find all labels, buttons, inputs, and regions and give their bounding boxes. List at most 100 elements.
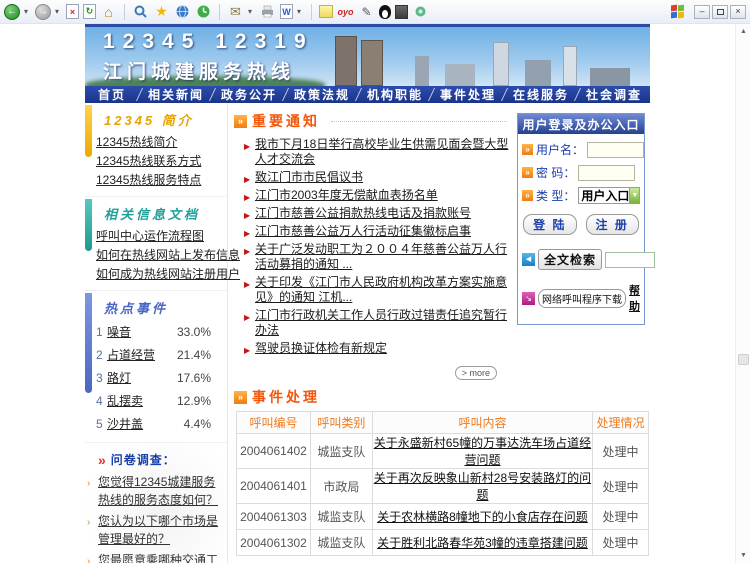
back-button[interactable]: ← bbox=[4, 4, 20, 20]
notice-link[interactable]: 驾驶员换证体检有新规定 bbox=[255, 341, 387, 355]
nav-item-survey[interactable]: 社会调查 bbox=[578, 86, 650, 103]
forward-button[interactable]: → bbox=[35, 4, 51, 20]
call-program-download-button[interactable]: 网络呼叫程序下载 bbox=[538, 289, 626, 308]
red-chevrons-icon: » bbox=[98, 455, 106, 465]
survey-question-link[interactable]: ›您觉得12345城建服务热线的服务态度如何？ bbox=[96, 473, 223, 509]
search-icon[interactable] bbox=[132, 3, 149, 20]
orange-chevron-icon: » bbox=[522, 190, 533, 201]
docs-title: 相关信息文档 bbox=[96, 203, 223, 227]
column-header-call-id: 呼叫编号 bbox=[237, 412, 311, 434]
favorites-star-icon[interactable]: ★ bbox=[153, 3, 170, 20]
toolbar-separator bbox=[124, 4, 125, 20]
fulltext-search-input[interactable] bbox=[605, 252, 655, 268]
red-triangle-bullet-icon: ▶ bbox=[244, 343, 250, 358]
notice-item: ▶江门市2003年度无偿献血表扬名单 bbox=[244, 188, 511, 203]
main-area: » 重要通知 ▶我市下月18日举行高校毕业生供需见面会暨大型人才交流会 ▶致江门… bbox=[228, 103, 650, 563]
vertical-scrollbar[interactable]: ▲ ▼ bbox=[735, 24, 750, 563]
user-type-select[interactable]: 用户入口 ▼ bbox=[578, 187, 640, 204]
mail-dropdown-icon[interactable]: ▾ bbox=[248, 7, 255, 16]
hot-event-link[interactable]: 噪音 bbox=[107, 321, 131, 344]
nav-item-news[interactable]: 相关新闻 bbox=[140, 86, 212, 103]
home-button[interactable]: ⌂ bbox=[100, 3, 117, 20]
sidebar-link-publish-info[interactable]: 如何在热线网站上发布信息 bbox=[96, 246, 223, 265]
history-icon[interactable] bbox=[195, 3, 212, 20]
address-book-icon[interactable] bbox=[395, 5, 408, 19]
red-triangle-bullet-icon: ▶ bbox=[244, 172, 250, 187]
scrollbar-thumb[interactable] bbox=[738, 354, 749, 365]
mail-icon[interactable]: ✉ bbox=[227, 3, 244, 20]
user-type-value: 用户入口 bbox=[579, 187, 629, 204]
dropdown-arrow-icon[interactable]: ▼ bbox=[629, 188, 639, 203]
help-link[interactable]: 帮助 bbox=[629, 282, 640, 314]
stop-button[interactable]: × bbox=[66, 4, 79, 19]
nav-item-functions[interactable]: 机构职能 bbox=[359, 86, 431, 103]
notice-link[interactable]: 关于广泛发动职工为２００４年慈善公益万人行活动募捐的通知 ... bbox=[255, 242, 507, 271]
restore-button[interactable] bbox=[712, 5, 728, 19]
orange-chevron-icon: » bbox=[522, 144, 533, 155]
hot-event-link[interactable]: 沙井盖 bbox=[107, 413, 143, 436]
nav-item-events[interactable]: 事件处理 bbox=[432, 86, 504, 103]
login-panel-title: 用户登录及办公入口 bbox=[518, 114, 644, 134]
media-globe-icon[interactable] bbox=[174, 3, 191, 20]
notices-more-button[interactable]: > more bbox=[455, 366, 497, 380]
minimize-button[interactable]: – bbox=[694, 5, 710, 19]
survey-question-link[interactable]: ›您最愿意乘哪种交通工具？ bbox=[96, 551, 223, 563]
notice-link[interactable]: 江门市慈善公益捐款热线电话及捐款账号 bbox=[255, 206, 471, 220]
hot-event-percent: 33.0% bbox=[177, 321, 223, 344]
password-input[interactable] bbox=[578, 165, 635, 181]
browser-toolbar: ← ▾ → ▾ × ↻ ⌂ ★ ✉ ▾ W ▾ oyo ✎ bbox=[0, 0, 750, 24]
messenger-oyo-icon[interactable]: oyo bbox=[337, 3, 354, 20]
plugin-icon[interactable] bbox=[412, 3, 429, 20]
discuss-note-icon[interactable] bbox=[319, 5, 333, 18]
sidebar-link-callcenter-flow[interactable]: 呼叫中心运作流程图 bbox=[96, 227, 223, 246]
scroll-up-arrow-icon[interactable]: ▲ bbox=[736, 24, 750, 39]
nav-item-home[interactable]: 首页 bbox=[85, 86, 139, 103]
call-content-link[interactable]: 关于再次反映象山新村28号安装路灯的问题 bbox=[374, 471, 591, 502]
hot-event-link[interactable]: 路灯 bbox=[107, 367, 131, 390]
hot-event-link[interactable]: 乱摆卖 bbox=[107, 390, 143, 413]
call-content-link[interactable]: 关于农林横路8幢地下的小食店存在问题 bbox=[377, 510, 588, 524]
login-column: 用户登录及办公入口 » 用户名： » 密 码： bbox=[517, 105, 650, 325]
sidebar-link-intro[interactable]: 12345热线简介 bbox=[96, 133, 223, 152]
nav-item-policy[interactable]: 政策法规 bbox=[286, 86, 358, 103]
print-icon[interactable] bbox=[259, 3, 276, 20]
fulltext-search-button[interactable]: 全文检索 bbox=[538, 249, 602, 270]
notice-link[interactable]: 致江门市市民倡议书 bbox=[255, 170, 363, 184]
sidebar-link-features[interactable]: 12345热线服务特点 bbox=[96, 171, 223, 190]
events-title: 事件处理 bbox=[252, 387, 320, 407]
sidebar-link-register-user[interactable]: 如何成为热线网站注册用户 bbox=[96, 265, 223, 284]
call-content-link[interactable]: 关于胜利北路春华苑3幢的违章搭建问题 bbox=[377, 536, 588, 550]
edit-pencil-icon[interactable]: ✎ bbox=[358, 3, 375, 20]
events-section: » 事件处理 呼叫编号 呼叫类别 呼叫内容 处理情况 bbox=[234, 387, 650, 563]
edit-dropdown-icon[interactable]: ▾ bbox=[297, 7, 304, 16]
notice-link[interactable]: 江门市行政机关工作人员行政过错责任追究暂行办法 bbox=[255, 308, 507, 337]
left-sidebar: 12345 简介 12345热线简介 12345热线联系方式 12345热线服务… bbox=[85, 103, 228, 563]
hot-events-section: 热点事件 1 噪音 33.0% 2 占道经营 21.4% 3 路灯 17. bbox=[85, 291, 227, 443]
hot-event-link[interactable]: 占道经营 bbox=[107, 344, 155, 367]
forward-dropdown-icon[interactable]: ▾ bbox=[55, 7, 62, 16]
notice-link[interactable]: 我市下月18日举行高校毕业生供需见面会暨大型人才交流会 bbox=[255, 137, 508, 166]
login-button[interactable]: 登 陆 bbox=[523, 214, 576, 235]
table-row: 2004061401 市政局 关于再次反映象山新村28号安装路灯的问题 处理中 bbox=[237, 469, 649, 504]
scroll-down-arrow-icon[interactable]: ▼ bbox=[736, 548, 750, 563]
edit-word-icon[interactable]: W bbox=[280, 4, 293, 19]
notice-link[interactable]: 关于印发《江门市人民政府机构改革方案实施意见》的通知 江机... bbox=[255, 275, 507, 304]
column-header-call-category: 呼叫类别 bbox=[310, 412, 372, 434]
intro-title: 12345 简介 bbox=[96, 109, 223, 133]
call-content-link[interactable]: 关于永盛新村65幢的万事达洗车场占道经营问题 bbox=[374, 436, 591, 467]
nav-item-online-service[interactable]: 在线服务 bbox=[505, 86, 577, 103]
section-square-icon: » bbox=[234, 115, 247, 128]
survey-question-link[interactable]: ›您认为以下哪个市场是管理最好的？ bbox=[96, 512, 223, 548]
close-button[interactable]: × bbox=[730, 5, 746, 19]
back-dropdown-icon[interactable]: ▾ bbox=[24, 7, 31, 16]
notice-link[interactable]: 江门市慈善公益万人行活动征集徽标启事 bbox=[255, 224, 471, 238]
orange-chevron-icon: » bbox=[522, 167, 533, 178]
refresh-button[interactable]: ↻ bbox=[83, 4, 96, 19]
register-button[interactable]: 注 册 bbox=[586, 214, 639, 235]
red-triangle-bullet-icon: ▶ bbox=[244, 310, 250, 325]
nav-item-gov-open[interactable]: 政务公开 bbox=[213, 86, 285, 103]
username-input[interactable] bbox=[587, 142, 644, 158]
notice-link[interactable]: 江门市2003年度无偿献血表扬名单 bbox=[255, 188, 438, 202]
qq-penguin-icon[interactable] bbox=[379, 5, 391, 19]
sidebar-link-contact[interactable]: 12345热线联系方式 bbox=[96, 152, 223, 171]
